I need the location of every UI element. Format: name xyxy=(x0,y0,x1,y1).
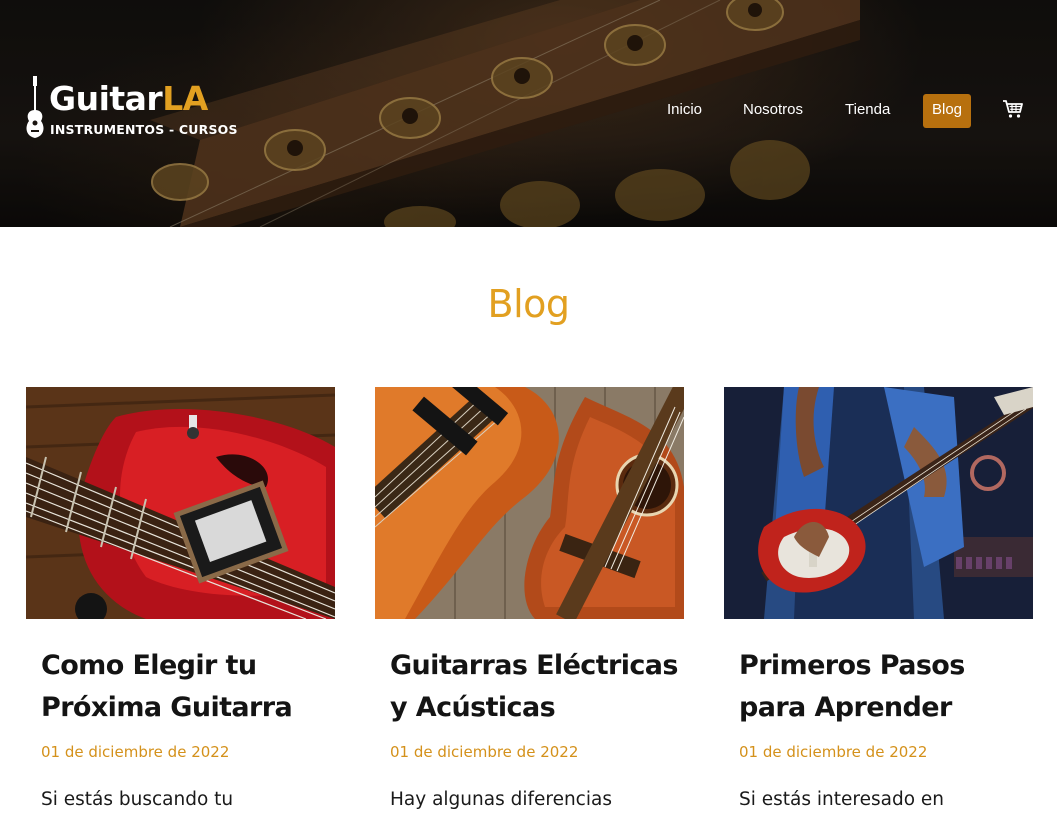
post-image-red-electric-guitar[interactable] xyxy=(26,387,335,619)
post-date: 01 de diciembre de 2022 xyxy=(390,743,579,761)
post-image-electric-and-acoustic-guitars[interactable] xyxy=(375,387,684,619)
post-title[interactable]: Primeros Pasos para Aprender xyxy=(739,645,1029,729)
blog-post-card[interactable]: Guitarras Eléctricas y Acústicas 01 de d… xyxy=(375,387,684,817)
post-excerpt: Si estás interesado en xyxy=(739,789,944,810)
blog-post-card[interactable]: Como Elegir tu Próxima Guitarra 01 de di… xyxy=(26,387,335,817)
nav-link-nosotros[interactable]: Nosotros xyxy=(743,94,803,128)
nav-link-tienda[interactable]: Tienda xyxy=(845,94,890,128)
blog-post-card[interactable]: Primeros Pasos para Aprender 01 de dicie… xyxy=(724,387,1033,817)
post-excerpt: Hay algunas diferencias xyxy=(390,789,612,810)
post-image-person-playing-guitar[interactable] xyxy=(724,387,1033,619)
post-title[interactable]: Como Elegir tu Próxima Guitarra xyxy=(41,645,331,729)
post-excerpt: Si estás buscando tu xyxy=(41,789,234,810)
post-date: 01 de diciembre de 2022 xyxy=(739,743,928,761)
site-header: GuitarLA INSTRUMENTOS - CURSOS Inicio No… xyxy=(0,0,1057,227)
cart-icon[interactable] xyxy=(1002,99,1024,119)
post-title[interactable]: Guitarras Eléctricas y Acústicas xyxy=(390,645,680,729)
post-date: 01 de diciembre de 2022 xyxy=(41,743,230,761)
nav-link-blog[interactable]: Blog xyxy=(923,94,972,128)
main-navigation: Inicio Nosotros Tienda Blog xyxy=(0,94,1057,128)
nav-link-inicio[interactable]: Inicio xyxy=(667,94,702,128)
page-title: Blog xyxy=(487,282,571,326)
